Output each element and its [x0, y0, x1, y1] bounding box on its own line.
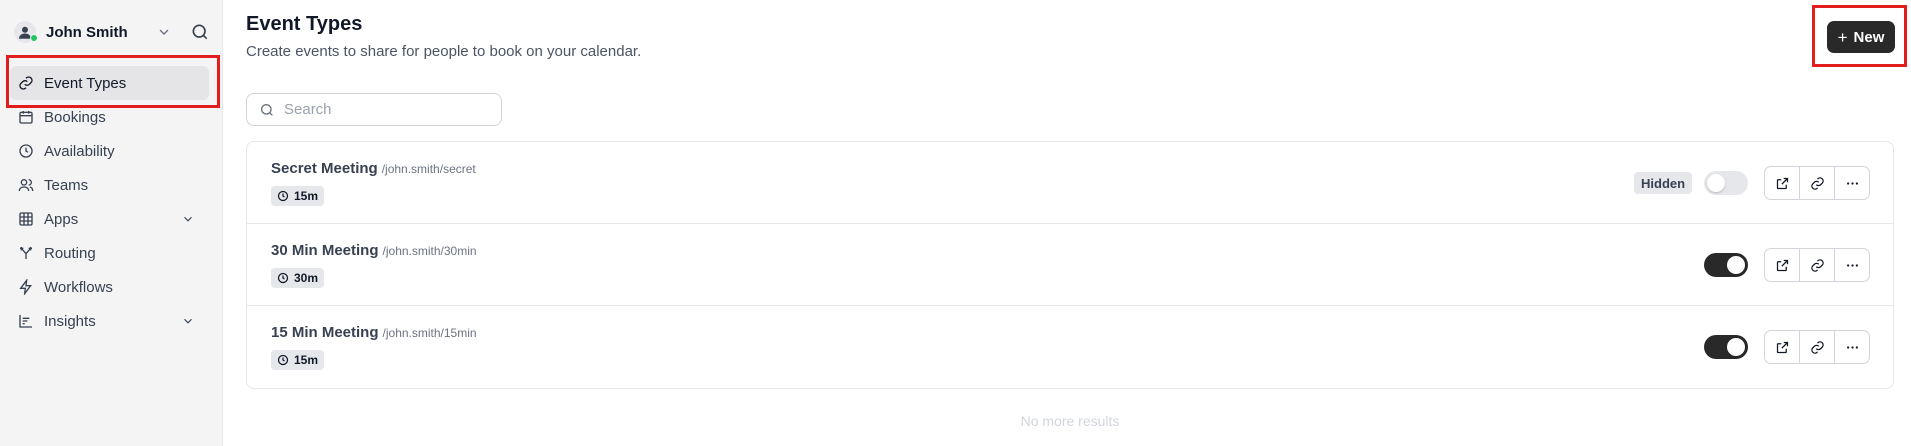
event-actions — [1764, 166, 1870, 200]
sidebar-item-label: Workflows — [44, 278, 113, 296]
event-title-text: 15 Min Meeting — [271, 324, 379, 341]
user-name: John Smith — [46, 23, 128, 41]
search-field[interactable] — [246, 93, 502, 126]
more-horizontal-icon — [1846, 181, 1858, 185]
event-row-secret-meeting[interactable]: Secret Meeting/john.smith/secret 15m Hid… — [247, 142, 1893, 224]
more-options-button[interactable] — [1835, 167, 1869, 199]
sidebar-item-availability[interactable]: Availability — [10, 134, 209, 168]
event-slug: /john.smith/15min — [382, 326, 477, 340]
duration-badge: 15m — [271, 350, 325, 370]
plus-icon: + — [1837, 27, 1848, 47]
page-title: Event Types — [246, 13, 363, 35]
sidebar-item-teams[interactable]: Teams — [10, 168, 209, 202]
search-input[interactable] — [284, 101, 484, 118]
sidebar: John Smith Event Types Bookings Availabi… — [0, 0, 223, 446]
sidebar-nav: Event Types Bookings Availability Teams … — [10, 66, 209, 338]
event-slug: /john.smith/secret — [381, 162, 476, 176]
event-visibility-toggle[interactable] — [1704, 171, 1748, 195]
copy-link-button[interactable] — [1800, 249, 1835, 281]
sidebar-item-event-types[interactable]: Event Types — [10, 66, 209, 100]
preview-button[interactable] — [1765, 331, 1800, 363]
more-horizontal-icon — [1846, 263, 1858, 267]
new-button-label: New — [1853, 28, 1885, 46]
link-icon — [1810, 340, 1824, 354]
event-slug: /john.smith/30min — [382, 244, 477, 258]
link-icon — [1810, 258, 1824, 272]
more-options-button[interactable] — [1835, 249, 1869, 281]
user-menu[interactable]: John Smith — [14, 18, 210, 46]
duration-label: 15m — [294, 353, 319, 367]
external-link-icon — [1776, 177, 1788, 189]
duration-badge: 30m — [271, 268, 325, 288]
toggle-knob — [1727, 338, 1745, 356]
event-title-text: 30 Min Meeting — [271, 242, 379, 259]
toggle-knob — [1727, 256, 1745, 274]
event-actions — [1764, 330, 1870, 364]
sidebar-item-workflows[interactable]: Workflows — [10, 270, 209, 304]
online-status-dot — [30, 34, 38, 42]
sidebar-item-bookings[interactable]: Bookings — [10, 100, 209, 134]
event-visibility-toggle[interactable] — [1704, 253, 1748, 277]
sidebar-item-label: Apps — [44, 210, 79, 228]
duration-label: 15m — [294, 189, 319, 203]
calendar-icon — [19, 111, 33, 124]
sidebar-item-apps[interactable]: Apps — [10, 202, 209, 236]
clock-icon — [19, 144, 33, 158]
preview-button[interactable] — [1765, 167, 1800, 199]
chevron-down-icon[interactable] — [156, 24, 172, 40]
sidebar-item-label: Event Types — [44, 74, 127, 92]
copy-link-button[interactable] — [1800, 167, 1835, 199]
event-row-30-min-meeting[interactable]: 30 Min Meeting/john.smith/30min 30m — [247, 224, 1893, 306]
event-title[interactable]: 15 Min Meeting/john.smith/15min — [271, 324, 477, 341]
sidebar-item-routing[interactable]: Routing — [10, 236, 209, 270]
event-row-15-min-meeting[interactable]: 15 Min Meeting/john.smith/15min 15m — [247, 306, 1893, 388]
sidebar-item-label: Insights — [44, 312, 96, 330]
link-icon — [1810, 176, 1824, 190]
no-more-results: No more results — [1020, 413, 1120, 429]
event-title[interactable]: Secret Meeting/john.smith/secret — [271, 160, 476, 177]
external-link-icon — [1776, 341, 1788, 353]
toggle-knob — [1707, 174, 1725, 192]
sidebar-item-label: Bookings — [44, 108, 106, 126]
copy-link-button[interactable] — [1800, 331, 1835, 363]
clock-icon — [277, 190, 289, 202]
event-title[interactable]: 30 Min Meeting/john.smith/30min — [271, 242, 477, 259]
preview-button[interactable] — [1765, 249, 1800, 281]
search-icon — [261, 103, 273, 116]
event-actions — [1764, 248, 1870, 282]
chevron-down-icon[interactable] — [181, 314, 195, 328]
clock-icon — [277, 354, 289, 366]
search-icon[interactable] — [190, 22, 210, 42]
event-type-list: Secret Meeting/john.smith/secret 15m Hid… — [246, 141, 1894, 389]
chart-icon — [19, 315, 32, 328]
event-title-text: Secret Meeting — [271, 160, 378, 177]
sidebar-item-label: Routing — [44, 244, 96, 262]
clock-icon — [277, 272, 289, 284]
more-options-button[interactable] — [1835, 331, 1869, 363]
zap-icon — [19, 279, 32, 295]
duration-label: 30m — [294, 271, 319, 285]
sidebar-item-label: Teams — [44, 176, 89, 194]
link-icon — [19, 76, 33, 90]
chevron-down-icon[interactable] — [181, 212, 195, 226]
users-icon — [18, 179, 34, 192]
grid-icon — [19, 212, 33, 226]
sidebar-item-insights[interactable]: Insights — [10, 304, 209, 338]
event-visibility-toggle[interactable] — [1704, 335, 1748, 359]
external-link-icon — [1776, 259, 1788, 271]
hidden-badge: Hidden — [1634, 172, 1693, 194]
split-icon — [20, 247, 32, 259]
more-horizontal-icon — [1846, 345, 1858, 349]
sidebar-item-label: Availability — [44, 142, 115, 160]
duration-badge: 15m — [271, 186, 325, 206]
new-event-type-button[interactable]: + New — [1827, 21, 1895, 53]
page-subtitle: Create events to share for people to boo… — [246, 43, 642, 60]
